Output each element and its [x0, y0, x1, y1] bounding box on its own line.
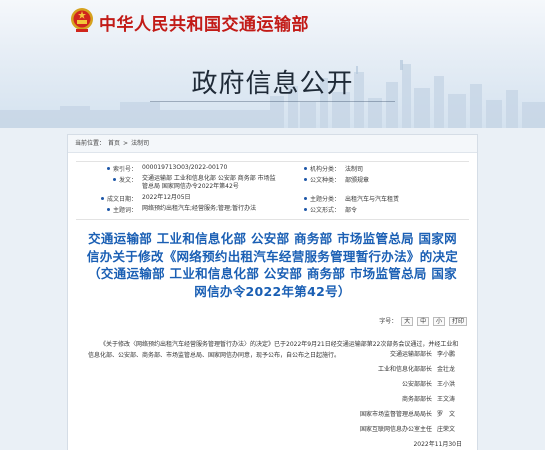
site-header: 中华人民共和国交通运输部 政府信息公开: [0, 0, 545, 128]
banner-divider: [150, 101, 395, 102]
subject-label: 主题词：: [76, 205, 142, 214]
issuer-label: 发文：: [76, 175, 142, 184]
breadcrumb-home[interactable]: 首页: [108, 140, 120, 147]
signature-org: 工业和信息化部部长: [377, 366, 432, 373]
doctype-label: 公文形式：: [276, 205, 345, 214]
index-label: 索引号：: [76, 164, 142, 173]
signature-row: 公安部部长 王小洪: [202, 377, 462, 392]
signature-org: 国家互联网信息办公室主任: [359, 426, 432, 433]
site-title[interactable]: 中华人民共和国交通运输部: [99, 10, 309, 35]
topic-value: 出租汽车与汽车租赁: [345, 196, 400, 203]
bullet-icon: [106, 208, 110, 211]
banner-title: 政府信息公开: [191, 69, 354, 99]
print-button[interactable]: 打印: [448, 317, 467, 326]
national-emblem-icon: [71, 8, 93, 32]
signature-row: 商务部部长 王文涛: [202, 392, 462, 407]
signature-row: 国家互联网信息办公室主任 庄荣文: [202, 422, 462, 437]
date-value: 2022年12月05日: [142, 194, 191, 201]
signature-org: 交通运输部部长: [389, 351, 432, 358]
doctype-value: 部令: [345, 207, 358, 214]
breadcrumb: 当前位置： 首页 > 法制司: [68, 135, 477, 153]
signature-date: 2022年11月30日: [413, 441, 462, 448]
font-size-small-button[interactable]: 小: [433, 317, 446, 326]
signature-name: 王小洪: [437, 381, 456, 388]
category-label: 公文种类：: [276, 175, 345, 184]
font-size-toolbar: 字号： 大 中 小 打印: [68, 316, 467, 326]
signature-name: 王文涛: [437, 396, 456, 403]
bullet-icon: [106, 167, 110, 170]
issuer-value: 交通运输部 工业和信息化部 公安部 商务部 市场监管总局 国家网信办令2022年…: [142, 175, 276, 190]
signature-name: 庄荣文: [437, 426, 456, 433]
bullet-icon: [303, 178, 307, 181]
index-value: 000019713O03/2022-00170: [142, 164, 228, 171]
breadcrumb-separator: >: [123, 140, 129, 147]
signature-row: 工业和信息化部部长 金壮龙: [202, 362, 462, 377]
topic-label: 主题分类：: [276, 194, 345, 203]
signature-name: 金壮龙: [437, 366, 456, 373]
document-info-table: 索引号： 000019713O03/2022-00170 机构分类： 法制司 发…: [76, 161, 469, 220]
signature-name: 李小鹏: [437, 351, 456, 358]
bullet-icon: [303, 167, 307, 170]
subject-value: 网络预约出租汽车;经营服务;管理;暂行办法: [142, 205, 257, 212]
signature-block: 交通运输部部长 李小鹏 工业和信息化部部长 金壮龙 公安部部长 王小洪 商务部部长 王文涛 国家…: [202, 347, 462, 450]
signature-row: 交通运输部部长 李小鹏: [202, 347, 462, 362]
font-size-large-button[interactable]: 大: [401, 317, 414, 326]
breadcrumb-current[interactable]: 法制司: [131, 140, 149, 147]
date-label: 成文日期：: [76, 194, 142, 203]
bullet-icon: [112, 178, 116, 181]
content-panel: 当前位置： 首页 > 法制司 索引号： 000019713O03/2022-00170…: [67, 134, 478, 450]
bullet-icon: [303, 208, 307, 211]
font-size-label: 字号：: [379, 318, 398, 325]
signature-org: 商务部部长: [401, 396, 432, 403]
bullet-icon: [100, 197, 104, 200]
font-size-medium-button[interactable]: 中: [417, 317, 430, 326]
document-title: 交通运输部 工业和信息化部 公安部 商务部 市场监管总局 国家网信办关于修改《网…: [86, 231, 459, 299]
org-value: 法制司: [345, 166, 364, 173]
breadcrumb-prefix: 当前位置：: [75, 140, 106, 147]
org-label: 机构分类：: [276, 164, 345, 173]
category-value: 部颁规章: [345, 177, 370, 184]
signature-org: 公安部部长: [401, 381, 432, 388]
bullet-icon: [303, 197, 307, 200]
signature-row: 国家市场监督管理总局局长罗 文: [202, 407, 462, 422]
signature-name: 罗 文: [437, 411, 456, 418]
signature-org: 国家市场监督管理总局局长: [359, 411, 432, 418]
